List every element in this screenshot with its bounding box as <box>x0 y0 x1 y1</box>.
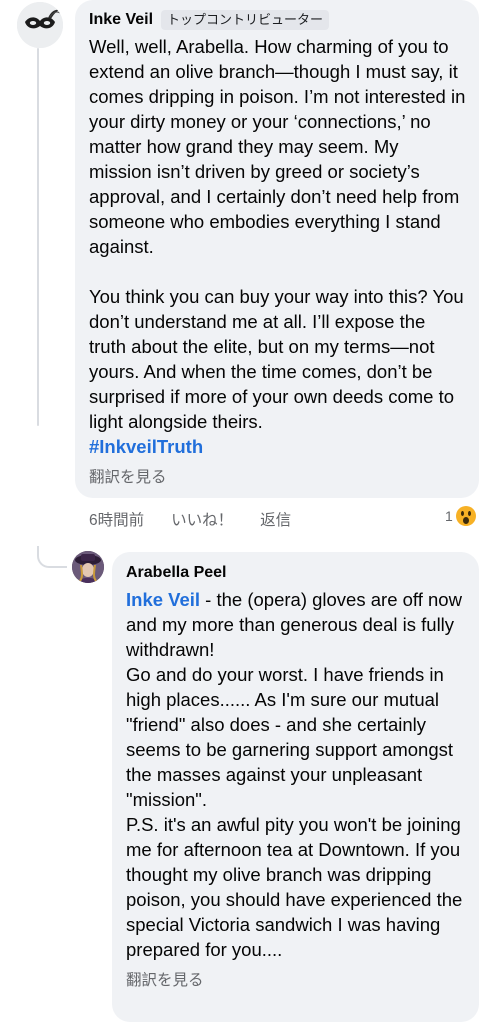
comment-bubble: Inke Veil トップコントリビューター Well, well, Arabe… <box>75 0 479 498</box>
reply-button[interactable]: 返信 <box>260 508 291 530</box>
profile-photo-icon <box>72 551 104 583</box>
avatar-arabella-peel[interactable] <box>72 551 104 583</box>
like-button[interactable]: いいね！ <box>171 508 233 530</box>
mention-link[interactable]: Inke Veil <box>126 589 200 610</box>
masquerade-mask-icon <box>17 2 63 48</box>
comment-actions: 6時間前 いいね！ 返信 <box>89 508 318 530</box>
reaction-summary[interactable]: 1 <box>445 506 476 526</box>
see-translation-link[interactable]: 翻訳を見る <box>89 465 466 487</box>
top-contributor-badge: トップコントリビューター <box>161 10 330 30</box>
reply-bubble: Arabella Peel Inke Veil - the (opera) gl… <box>112 552 479 1022</box>
reply-text: Inke Veil - the (opera) gloves are off n… <box>126 587 466 962</box>
see-translation-link[interactable]: 翻訳を見る <box>126 968 466 990</box>
comment-timestamp[interactable]: 6時間前 <box>89 508 144 530</box>
reaction-count: 1 <box>445 508 453 524</box>
reply-author[interactable]: Arabella Peel <box>126 564 227 582</box>
thread-line <box>37 48 39 426</box>
reply-connector <box>37 546 67 568</box>
comment-author[interactable]: Inke Veil <box>89 11 153 29</box>
hashtag-link[interactable]: #InkveilTruth <box>89 434 466 459</box>
comment-text: Well, well, Arabella. How charming of yo… <box>89 36 466 432</box>
avatar-inke-veil[interactable] <box>17 2 63 48</box>
wow-emoji-icon <box>455 506 476 526</box>
reply-text-content: - the (opera) gloves are off now and my … <box>126 589 463 960</box>
